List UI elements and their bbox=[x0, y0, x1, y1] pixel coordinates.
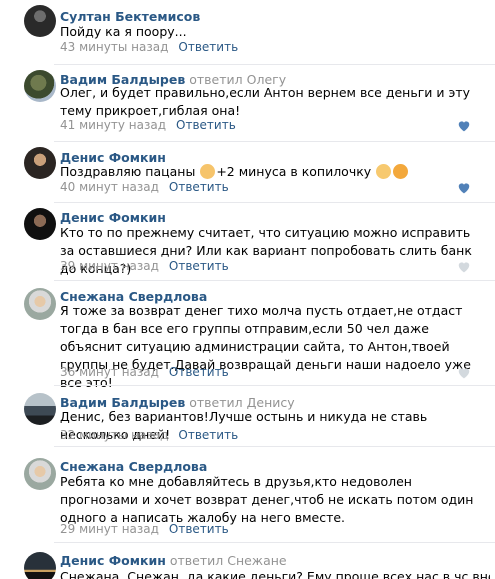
reply-to-label: ответил Снежане bbox=[169, 553, 287, 568]
reply-button[interactable]: Ответить bbox=[169, 522, 229, 536]
heart-icon[interactable] bbox=[457, 366, 471, 380]
author-link[interactable]: Снежана Свердлова bbox=[60, 459, 207, 474]
ok-hand-emoji-icon bbox=[376, 164, 392, 179]
comment-text: Поздравляю пацаны +2 минуса в копилочку bbox=[60, 163, 480, 181]
comment-text: Олег, и будет правильно,если Антон верне… bbox=[60, 85, 475, 118]
avatar[interactable] bbox=[24, 552, 56, 579]
comment-text: Пойду ка я поору... bbox=[60, 24, 187, 39]
comment-item: Султан Бектемисов Пойду ка я поору... 43… bbox=[0, 0, 495, 64]
timestamp[interactable]: 32 минуты назад bbox=[60, 428, 168, 442]
author-link[interactable]: Денис Фомкин bbox=[60, 553, 166, 568]
comment-item: Денис Фомкин Кто то по прежнему считает,… bbox=[0, 203, 495, 280]
comment-meta: 29 минут назад Ответить bbox=[60, 522, 229, 536]
comment-text: Ребята ко мне добавляйтесь в друзья,кто … bbox=[60, 474, 478, 525]
comment-item: Денис Фомкин Поздравляю пацаны +2 минуса… bbox=[0, 142, 495, 202]
reply-to-link[interactable]: Снежане bbox=[227, 553, 286, 568]
heart-icon[interactable] bbox=[457, 260, 471, 274]
clapping-hands-emoji-icon bbox=[200, 164, 216, 179]
author-link[interactable]: Султан Бектемисов bbox=[60, 9, 200, 24]
comment-item: Снежана Свердлова Я тоже за возврат дене… bbox=[0, 281, 495, 390]
reply-button[interactable]: Ответить bbox=[178, 428, 238, 442]
sweating-face-emoji-icon bbox=[393, 164, 409, 179]
avatar[interactable] bbox=[24, 5, 56, 37]
reply-button[interactable]: Ответить bbox=[169, 180, 229, 194]
timestamp[interactable]: 39 минут назад bbox=[60, 259, 159, 273]
timestamp[interactable]: 41 минуту назад bbox=[60, 118, 166, 132]
comment-header: Денис Фомкин ответил Снежане bbox=[60, 553, 287, 568]
author-link[interactable]: Денис Фомкин bbox=[60, 210, 166, 225]
timestamp[interactable]: 40 минут назад bbox=[60, 180, 159, 194]
timestamp[interactable]: 29 минут назад bbox=[60, 522, 159, 536]
comment-meta: 39 минут назад Ответить bbox=[60, 259, 229, 273]
comment-meta: 41 минуту назад Ответить bbox=[60, 118, 236, 132]
comment-item: Снежана Свердлова Ребята ко мне добавляй… bbox=[0, 447, 495, 540]
timestamp[interactable]: 36 минут назад bbox=[60, 365, 159, 379]
avatar[interactable] bbox=[24, 147, 56, 179]
avatar[interactable] bbox=[24, 288, 56, 320]
reply-button[interactable]: Ответить bbox=[176, 118, 236, 132]
heart-icon[interactable] bbox=[457, 119, 471, 133]
comment-header: Снежана Свердлова bbox=[60, 459, 207, 474]
comment-item: Вадим Балдырев ответил Олегу Олег, и буд… bbox=[0, 65, 495, 141]
heart-icon[interactable] bbox=[457, 181, 471, 195]
comment-header: Султан Бектемисов bbox=[60, 9, 200, 24]
comment-item: Вадим Балдырев ответил Денису Денис, без… bbox=[0, 386, 495, 446]
avatar[interactable] bbox=[24, 393, 56, 425]
avatar[interactable] bbox=[24, 70, 56, 102]
comment-meta: 43 минуты назад Ответить bbox=[60, 40, 238, 54]
avatar[interactable] bbox=[24, 458, 56, 490]
comment-meta: 32 минуты назад Ответить bbox=[60, 428, 238, 442]
timestamp[interactable]: 43 минуты назад bbox=[60, 40, 168, 54]
reply-button[interactable]: Ответить bbox=[178, 40, 238, 54]
reply-button[interactable]: Ответить bbox=[169, 365, 229, 379]
comment-meta: 40 минут назад Ответить bbox=[60, 180, 229, 194]
comment-text: Снежана, Снежан, да какие деньги? Ему пр… bbox=[60, 569, 490, 579]
comment-item: Денис Фомкин ответил Снежане Снежана, Сн… bbox=[0, 543, 495, 579]
comment-header: Денис Фомкин bbox=[60, 210, 166, 225]
comment-meta: 36 минут назад Ответить bbox=[60, 365, 229, 379]
avatar[interactable] bbox=[24, 208, 56, 240]
reply-button[interactable]: Ответить bbox=[169, 259, 229, 273]
